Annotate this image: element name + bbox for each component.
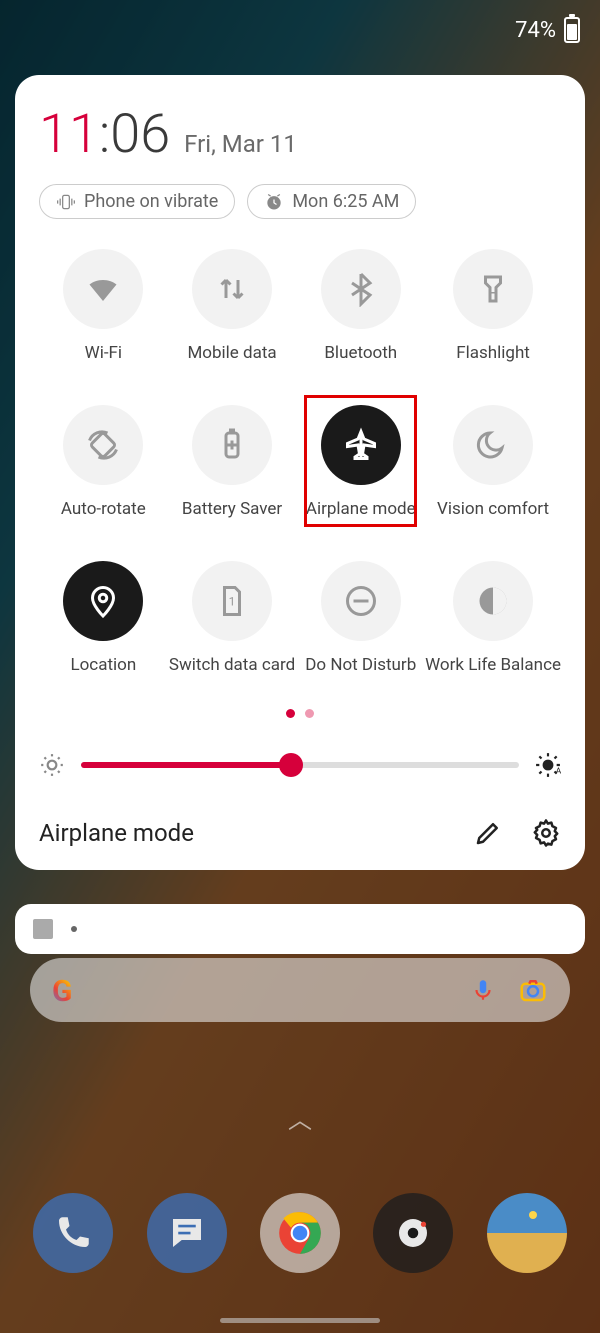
work-life-icon — [475, 583, 511, 619]
dot-active — [286, 709, 295, 718]
location-icon — [85, 583, 121, 619]
dot-inactive — [305, 709, 314, 718]
qs-mobile-data[interactable]: Mobile data — [168, 249, 297, 363]
dock — [0, 1193, 600, 1273]
gallery-app[interactable] — [487, 1193, 567, 1273]
alarm-chip[interactable]: Mon 6:25 AM — [247, 184, 416, 219]
brightness-row: A — [39, 752, 561, 778]
alarm-icon — [264, 192, 284, 212]
flashlight-icon — [475, 271, 511, 307]
slider-fill — [81, 762, 291, 768]
notification-bar[interactable] — [15, 904, 585, 954]
brightness-slider[interactable] — [81, 762, 519, 768]
wifi-icon — [85, 271, 121, 307]
clock-date[interactable]: Fri, Mar 11 — [184, 130, 297, 158]
battery-saver-icon — [214, 427, 250, 463]
qs-vision-comfort[interactable]: Vision comfort — [425, 405, 561, 519]
selected-tile-label: Airplane mode — [39, 819, 445, 847]
quick-settings-grid: Wi-Fi Mobile data Bluetooth Flashlight A… — [39, 249, 561, 675]
qs-auto-rotate[interactable]: Auto-rotate — [39, 405, 168, 519]
qs-wifi[interactable]: Wi-Fi — [39, 249, 168, 363]
clock-hour: 11 — [39, 103, 99, 166]
message-icon — [166, 1212, 208, 1254]
phone-app[interactable] — [33, 1193, 113, 1273]
mic-icon[interactable] — [470, 977, 496, 1003]
qs-work-life-balance[interactable]: Work Life Balance — [425, 561, 561, 675]
qs-location[interactable]: Location — [39, 561, 168, 675]
qs-bluetooth[interactable]: Bluetooth — [296, 249, 425, 363]
picture-icon — [33, 919, 53, 939]
qs-label: Wi-Fi — [85, 343, 122, 363]
camera-app-icon — [392, 1212, 434, 1254]
clock-row: 11:06 Fri, Mar 11 — [39, 103, 561, 166]
qs-label: Mobile data — [187, 343, 276, 363]
svg-text:A: A — [556, 767, 561, 777]
qs-flashlight[interactable]: Flashlight — [425, 249, 561, 363]
status-chips: Phone on vibrate Mon 6:25 AM — [39, 184, 561, 219]
qs-label: Battery Saver — [182, 499, 282, 519]
battery-icon — [564, 17, 580, 43]
qs-label: Switch data card — [169, 655, 295, 675]
panel-footer: Airplane mode — [39, 818, 561, 848]
brightness-low-icon — [39, 752, 65, 778]
vibrate-label: Phone on vibrate — [84, 191, 218, 212]
sim-icon: 1 — [214, 583, 250, 619]
sun-icon — [527, 1209, 551, 1233]
google-logo-icon: G — [52, 974, 84, 1006]
page-indicator — [39, 709, 561, 718]
auto-rotate-icon — [85, 427, 121, 463]
settings-icon[interactable] — [531, 818, 561, 848]
google-search-bar[interactable]: G — [30, 958, 570, 1022]
vibrate-icon — [56, 192, 76, 212]
mobile-data-icon — [214, 271, 250, 307]
qs-airplane-mode[interactable]: Airplane mode — [296, 405, 425, 519]
notification-dot — [71, 926, 77, 932]
vibrate-chip[interactable]: Phone on vibrate — [39, 184, 235, 219]
clock-time[interactable]: 11:06 — [39, 103, 170, 166]
brightness-auto-icon[interactable]: A — [535, 752, 561, 778]
phone-icon — [52, 1212, 94, 1254]
qs-label: Do Not Disturb — [305, 655, 416, 675]
qs-label: Bluetooth — [324, 343, 397, 363]
qs-label: Vision comfort — [437, 499, 549, 519]
messages-app[interactable] — [147, 1193, 227, 1273]
nav-handle[interactable] — [220, 1318, 380, 1323]
qs-switch-data-card[interactable]: 1 Switch data card — [168, 561, 297, 675]
qs-label: Work Life Balance — [425, 655, 561, 675]
svg-text:1: 1 — [229, 595, 236, 609]
slider-thumb[interactable] — [279, 753, 303, 777]
status-bar: 74% — [0, 0, 600, 60]
qs-do-not-disturb[interactable]: Do Not Disturb — [296, 561, 425, 675]
qs-battery-saver[interactable]: Battery Saver — [168, 405, 297, 519]
clock-sep: : — [99, 103, 110, 166]
battery-percent: 74% — [515, 18, 556, 43]
qs-label: Flashlight — [456, 343, 530, 363]
chrome-icon — [275, 1208, 325, 1258]
camera-icon[interactable] — [518, 975, 548, 1005]
moon-icon — [475, 427, 511, 463]
app-drawer-handle[interactable]: ︿ — [288, 1100, 312, 1135]
qs-label: Auto-rotate — [61, 499, 146, 519]
chrome-app[interactable] — [260, 1193, 340, 1273]
clock-minute: 06 — [110, 103, 170, 166]
quick-settings-panel: 11:06 Fri, Mar 11 Phone on vibrate Mon 6… — [15, 75, 585, 870]
qs-label: Location — [70, 655, 136, 675]
dnd-icon — [343, 583, 379, 619]
bluetooth-icon — [343, 271, 379, 307]
alarm-label: Mon 6:25 AM — [292, 191, 399, 212]
highlight-box — [304, 395, 417, 527]
camera-app[interactable] — [373, 1193, 453, 1273]
edit-icon[interactable] — [473, 818, 503, 848]
